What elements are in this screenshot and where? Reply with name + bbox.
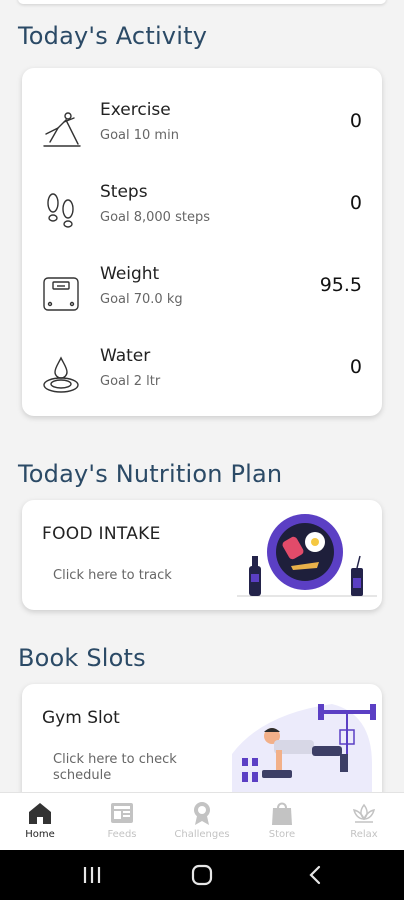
exercise-goal: Goal 10 min	[100, 128, 179, 143]
activity-card[interactable]: Exercise Goal 10 min 0 Steps Goal 8,000 …	[22, 68, 382, 416]
activity-section-title: Today's Activity	[18, 22, 208, 50]
weight-label: Weight	[100, 264, 160, 284]
gym-workout-illustration	[212, 694, 377, 794]
home-button-icon[interactable]	[190, 864, 214, 886]
food-intake-card[interactable]: FOOD INTAKE Click here to track	[22, 500, 382, 610]
nav-home-label: Home	[25, 829, 55, 840]
exercise-label: Exercise	[100, 100, 171, 120]
activity-row-water[interactable]: Water Goal 2 ltr 0	[22, 336, 382, 416]
nav-store[interactable]: Store	[242, 799, 322, 840]
nav-home[interactable]: Home	[0, 799, 80, 840]
system-navigation-bar	[0, 850, 404, 900]
bottom-navigation: Home Feeds Challenges Store Relax	[0, 792, 404, 851]
water-drop-icon	[40, 354, 82, 396]
slots-section-title: Book Slots	[18, 644, 146, 672]
nav-store-label: Store	[268, 829, 296, 840]
activity-row-steps[interactable]: Steps Goal 8,000 steps 0	[22, 172, 382, 252]
steps-value: 0	[349, 192, 362, 214]
medal-icon	[188, 799, 216, 827]
lotus-icon	[350, 799, 378, 827]
steps-goal: Goal 8,000 steps	[100, 210, 210, 225]
exercise-icon	[40, 108, 82, 150]
nav-feeds[interactable]: Feeds	[82, 799, 162, 840]
nutrition-section-title: Today's Nutrition Plan	[18, 460, 283, 488]
back-icon[interactable]	[304, 864, 328, 886]
weight-goal: Goal 70.0 kg	[100, 292, 183, 307]
gym-slot-link[interactable]: Click here to check schedule	[53, 752, 193, 784]
gym-slot-card[interactable]: Gym Slot Click here to check schedule	[22, 684, 382, 804]
nav-challenges[interactable]: Challenges	[162, 799, 242, 840]
status-bar	[0, 0, 404, 8]
shopping-bag-icon	[268, 799, 296, 827]
scale-icon	[40, 272, 82, 314]
weight-value: 95.5	[319, 274, 362, 296]
exercise-value: 0	[349, 110, 362, 132]
footsteps-icon	[40, 190, 82, 232]
nav-relax-label: Relax	[350, 829, 378, 840]
water-label: Water	[100, 346, 151, 366]
water-value: 0	[349, 356, 362, 378]
food-intake-link[interactable]: Click here to track	[53, 568, 172, 583]
water-goal: Goal 2 ltr	[100, 374, 161, 389]
food-intake-title: FOOD INTAKE	[42, 524, 161, 544]
steps-label: Steps	[100, 182, 148, 202]
activity-row-weight[interactable]: Weight Goal 70.0 kg 95.5	[22, 254, 382, 334]
nav-challenges-label: Challenges	[174, 829, 230, 840]
gym-slot-title: Gym Slot	[42, 708, 120, 728]
food-plate-illustration	[237, 508, 377, 604]
home-icon	[26, 799, 54, 827]
nav-relax[interactable]: Relax	[324, 799, 404, 840]
feeds-icon	[108, 799, 136, 827]
activity-row-exercise[interactable]: Exercise Goal 10 min 0	[22, 90, 382, 170]
recent-apps-icon[interactable]	[80, 864, 104, 886]
nav-feeds-label: Feeds	[107, 829, 137, 840]
